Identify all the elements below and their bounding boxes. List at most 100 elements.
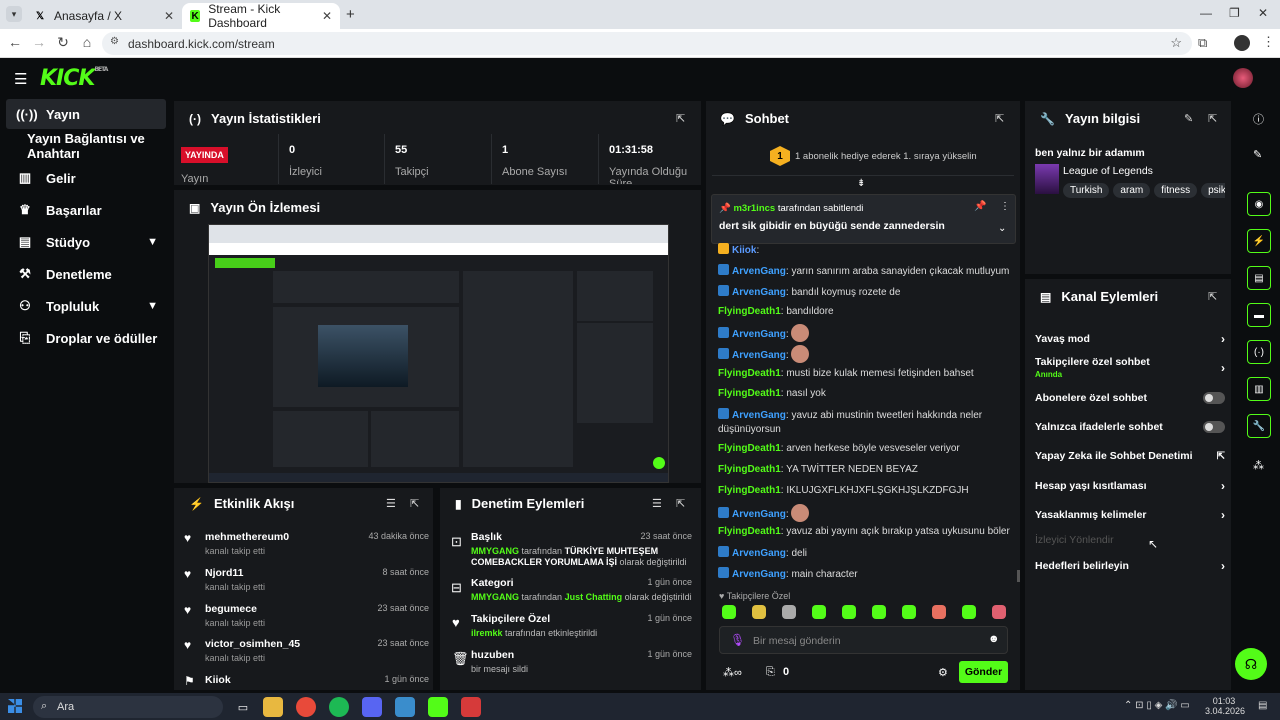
chevron-down-icon[interactable]: ⌄ <box>998 223 1006 234</box>
more-panels-icon[interactable]: ⁂ <box>1253 459 1264 472</box>
chat-user[interactable]: ArvenGang <box>732 509 786 520</box>
new-tab-icon[interactable]: + <box>346 6 355 23</box>
discord-icon[interactable] <box>362 697 382 717</box>
chat-user[interactable]: FlyingDeath1 <box>718 388 781 399</box>
more-menu-icon[interactable]: ⋮ <box>1000 201 1010 212</box>
chat-user[interactable]: ArvenGang <box>732 329 786 340</box>
chat-user[interactable]: FlyingDeath1 <box>718 443 781 454</box>
chat-scrollbar[interactable] <box>1017 570 1020 582</box>
tab-list-button[interactable]: ▾ <box>6 6 22 22</box>
sidebar-item-stream[interactable]: ((·)) Yayın <box>6 99 166 129</box>
chat-input[interactable]: 🎙 Bir mesaj gönderin ☻ <box>719 626 1008 654</box>
tab-kick-dashboard[interactable]: K Stream - Kick Dashboard ✕ <box>182 2 340 30</box>
unpin-icon[interactable]: 📌 <box>974 201 986 212</box>
chat-message[interactable]: FlyingDeath1: nasıl yok <box>718 387 1014 401</box>
task-view-icon[interactable]: ▭ <box>233 697 253 717</box>
emote-button[interactable] <box>932 605 946 619</box>
popout-icon[interactable]: ⇱ <box>1208 290 1217 303</box>
emote-button[interactable] <box>812 605 826 619</box>
scroll-down-icon[interactable]: ⇟ <box>857 178 865 189</box>
chat-message[interactable]: ArvenGang: deli <box>718 546 1014 561</box>
sidebar-item-drops[interactable]: ⎘ Droplar ve ödüller <box>6 323 166 353</box>
system-tray-icons[interactable]: ⌃ ⊡ ▯ ◈ 🔊 ▭ <box>1124 700 1190 711</box>
chat-message[interactable]: FlyingDeath1: musti bize kulak memesi fe… <box>718 367 1014 381</box>
sidebar-item-revenue[interactable]: ▥ Gelir <box>6 163 166 193</box>
obs-icon[interactable] <box>461 697 481 717</box>
popout-icon[interactable]: ⇱ <box>1208 112 1217 125</box>
url-input[interactable]: ⚙ dashboard.kick.com/stream ☆ <box>102 32 1192 55</box>
action-emote-only[interactable]: Yalnızca ifadelerle sohbet <box>1035 418 1225 436</box>
sub-gift-banner[interactable]: 1 abonelik hediye ederek 1. sıraya yükse… <box>795 151 977 162</box>
chat-message[interactable]: FlyingDeath1: bandıldore <box>718 305 1014 319</box>
restore-icon[interactable]: ❐ <box>1229 6 1240 20</box>
action-slow-mode[interactable]: Yavaş mod › <box>1035 330 1225 348</box>
emote-button[interactable] <box>842 605 856 619</box>
sidebar-item-stream-key[interactable]: Yayın Bağlantısı ve Anahtarı <box>6 131 172 161</box>
rail-button-document[interactable]: ▤ <box>1247 266 1271 290</box>
minimize-icon[interactable]: — <box>1200 6 1212 20</box>
chat-message[interactable]: Kiiok: <box>718 243 1014 258</box>
rail-button-wrench[interactable]: 🔧 <box>1247 414 1271 438</box>
emote-button[interactable] <box>782 605 796 619</box>
emoji-icon[interactable]: ☻ <box>988 633 1000 645</box>
edit-icon[interactable]: ✎ <box>1184 112 1193 125</box>
chat-user[interactable]: FlyingDeath1 <box>718 485 781 496</box>
popout-icon[interactable]: ⇱ <box>410 497 419 510</box>
chat-message[interactable]: FlyingDeath1: IKLUJGXFLKHJXFLŞGKHJŞLKZDF… <box>718 484 1014 498</box>
back-icon[interactable]: ← <box>6 34 24 50</box>
filter-icon[interactable]: ☰ <box>386 497 396 510</box>
popout-icon[interactable]: ⇱ <box>676 112 685 125</box>
gift-icon[interactable]: ⎘ <box>766 666 775 679</box>
action-ai-moderation[interactable]: Yapay Zeka ile Sohbet Denetimi ⇱ <box>1035 447 1225 465</box>
forward-icon[interactable]: → <box>30 34 48 50</box>
chat-user[interactable]: ArvenGang <box>732 350 786 361</box>
toggle-switch[interactable] <box>1203 392 1225 404</box>
bookmark-star-icon[interactable]: ☆ <box>1170 35 1182 51</box>
action-followers-only[interactable]: Takipçilere özel sohbet Anında › <box>1035 354 1225 382</box>
rail-button-stream[interactable]: (·) <box>1247 340 1271 364</box>
chat-message[interactable]: ArvenGang: <box>718 504 1014 522</box>
kick-app-icon[interactable] <box>428 697 448 717</box>
sidebar-item-community[interactable]: ⚇ Topluluk ▼ <box>6 291 166 321</box>
extensions-icon[interactable]: ⧉ <box>1198 35 1207 51</box>
tag[interactable]: psiko <box>1201 183 1225 198</box>
close-window-icon[interactable]: ✕ <box>1258 6 1268 20</box>
chat-message[interactable]: ArvenGang: bandıl koymuş rozete de <box>718 285 1014 300</box>
kick-logo[interactable]: KICKBETA <box>40 66 108 91</box>
close-icon[interactable]: ✕ <box>322 9 332 23</box>
chat-message[interactable]: FlyingDeath1: yavuz abi yayını açık bıra… <box>718 525 1014 539</box>
file-explorer-icon[interactable] <box>263 697 283 717</box>
notifications-icon[interactable]: ▤ <box>1258 700 1267 711</box>
chat-user[interactable]: ArvenGang <box>732 287 786 298</box>
stream-category[interactable]: League of Legends <box>1063 165 1153 177</box>
app-icon[interactable] <box>395 697 415 717</box>
chat-message[interactable]: ArvenGang: <box>718 324 1014 342</box>
emote-button[interactable] <box>722 605 736 619</box>
chat-message[interactable]: ArvenGang: yarın sanırım araba sanayiden… <box>718 264 1014 279</box>
emote-button[interactable] <box>992 605 1006 619</box>
profile-avatar[interactable] <box>1234 35 1250 51</box>
chat-message[interactable]: ArvenGang: main character <box>718 567 1014 582</box>
chat-user[interactable]: Kiiok <box>732 245 756 256</box>
sidebar-item-achievements[interactable]: ♛ Başarılar <box>6 195 166 225</box>
chat-user[interactable]: FlyingDeath1 <box>718 526 781 537</box>
chat-user[interactable]: ArvenGang <box>732 410 786 421</box>
tag[interactable]: aram <box>1113 183 1151 198</box>
action-account-age[interactable]: Hesap yaşı kısıtlaması › <box>1035 477 1225 495</box>
chat-user[interactable]: ArvenGang <box>732 569 786 580</box>
action-subscribers-only[interactable]: Abonelere özel sohbet <box>1035 389 1225 407</box>
pinned-message[interactable]: 📌 m3r1incs tarafından sabitlendi dert si… <box>711 194 1016 244</box>
more-menu-icon[interactable]: ⋮ <box>1262 34 1275 50</box>
microphone-icon[interactable]: 🎙 <box>730 633 745 647</box>
tab-twitter[interactable]: 𝕏 Anasayfa / X ✕ <box>26 3 182 29</box>
infinity-icon[interactable]: ⁂∞ <box>723 666 742 679</box>
popout-icon[interactable]: ⇱ <box>995 112 1004 125</box>
sidebar-item-moderation[interactable]: ⚒ Denetleme <box>6 259 166 289</box>
chat-settings-icon[interactable]: ⚙ <box>938 666 948 679</box>
home-icon[interactable]: ⌂ <box>78 34 96 50</box>
send-button[interactable]: Gönder <box>959 661 1008 683</box>
taskbar-search[interactable]: ⌕ Ara <box>33 696 223 718</box>
emote-button[interactable] <box>752 605 766 619</box>
user-avatar[interactable] <box>1233 68 1253 88</box>
hamburger-menu-icon[interactable]: ☰ <box>14 70 27 88</box>
